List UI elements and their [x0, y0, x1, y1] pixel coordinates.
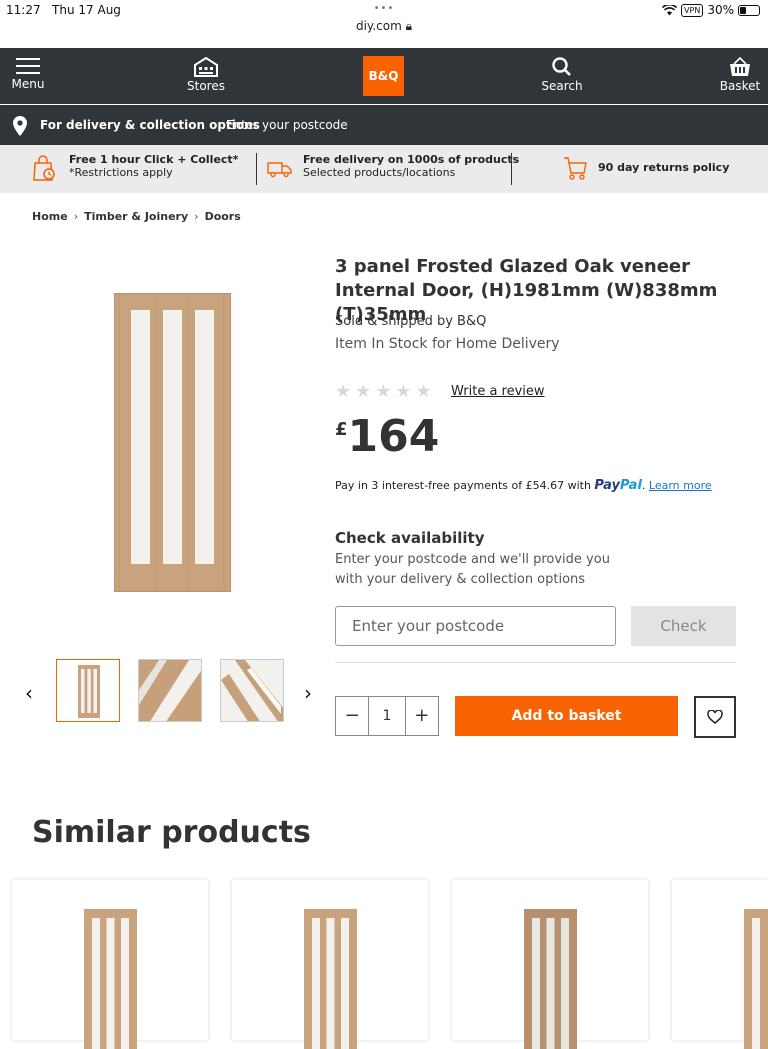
star-icon: ★ [395, 381, 412, 402]
thumbnail-2[interactable] [138, 659, 202, 722]
similar-product-image [304, 909, 357, 1049]
check-availability-desc: Enter your postcode and we'll provide yo… [335, 552, 610, 587]
thumbnail-1[interactable] [56, 659, 120, 722]
basket-icon [730, 57, 750, 76]
benefit-free-delivery[interactable]: Free delivery on 1000s of products Select… [303, 153, 519, 179]
similar-product-card[interactable] [232, 880, 428, 1049]
search-icon [552, 57, 571, 76]
returns-trolley-icon [564, 157, 587, 180]
thumbnail-3[interactable] [220, 659, 284, 722]
learn-more-link[interactable]: Learn more [649, 479, 712, 492]
postcode-prompt[interactable]: Enter your postcode [226, 118, 348, 132]
chevron-left-icon[interactable]: ‹ [25, 681, 33, 705]
wishlist-button[interactable] [694, 696, 736, 738]
price-value: 164 [347, 411, 440, 462]
breadcrumb: Home › Timber & Joinery › Doors [32, 210, 241, 223]
battery-percent: 30% [707, 3, 734, 17]
menu-button[interactable]: Menu [10, 48, 46, 104]
price-currency: £ [335, 419, 348, 440]
check-button[interactable]: Check [631, 606, 736, 646]
wifi-icon [662, 4, 678, 15]
menu-label: Menu [11, 77, 45, 91]
location-pin-icon [13, 116, 27, 136]
breadcrumb-timber-joinery[interactable]: Timber & Joinery [84, 210, 188, 223]
stock-status: Item In Stock for Home Delivery [335, 336, 560, 352]
similar-product-card[interactable] [672, 880, 768, 1049]
status-indicators: VPN 30% [662, 3, 760, 17]
stores-button[interactable]: Stores [184, 48, 228, 104]
paypal-logo: PayPal [594, 478, 642, 493]
click-collect-bag-icon [33, 155, 55, 181]
star-icon: ★ [415, 381, 432, 402]
breadcrumb-home[interactable]: Home [32, 210, 68, 223]
increase-qty-button[interactable]: + [406, 697, 438, 735]
address-bar[interactable]: diy.com 🔒︎ [0, 19, 768, 34]
hamburger-icon [16, 58, 40, 74]
quantity-stepper: − 1 + [335, 696, 439, 736]
thumbnail-carousel: ‹ › [0, 655, 330, 727]
benefit-returns[interactable]: 90 day returns policy [598, 161, 729, 174]
add-to-basket-button[interactable]: Add to basket [455, 696, 678, 736]
heart-icon [707, 710, 723, 724]
paypal-text: Pay in 3 interest-free payments of £54.6… [335, 479, 591, 492]
benefit-click-collect[interactable]: Free 1 hour Click + Collect* *Restriction… [69, 153, 238, 179]
star-icon: ★ [355, 381, 372, 402]
search-label: Search [541, 79, 583, 93]
similar-products-title: Similar products [32, 815, 311, 850]
delivery-postcode-bar[interactable]: For delivery & collection options Enter … [0, 105, 768, 145]
product-main-image[interactable] [114, 293, 231, 592]
postcode-input[interactable] [335, 606, 616, 646]
chevron-right-icon: › [194, 210, 199, 223]
chevron-right-icon: › [73, 210, 79, 223]
similar-product-image [744, 909, 768, 1049]
divider [256, 153, 257, 185]
paypal-installments: Pay in 3 interest-free payments of £54.6… [335, 478, 712, 493]
basket-label: Basket [719, 79, 761, 93]
battery-icon [738, 4, 760, 16]
similar-product-card[interactable] [12, 880, 208, 1049]
delivery-truck-icon [267, 162, 292, 178]
chevron-right-icon[interactable]: › [304, 681, 312, 705]
star-icon: ★ [335, 381, 352, 402]
similar-product-card[interactable] [452, 880, 648, 1049]
similar-product-image [84, 909, 137, 1049]
sold-by: Sold & shipped by B&Q [335, 314, 487, 329]
star-rating: ★ ★ ★ ★ ★ [335, 381, 432, 402]
divider [511, 153, 512, 185]
benefits-strip: Free 1 hour Click + Collect* *Restriction… [0, 145, 768, 193]
decrease-qty-button[interactable]: − [336, 697, 368, 735]
vpn-badge: VPN [681, 3, 704, 17]
stores-label: Stores [187, 79, 225, 93]
check-availability-title: Check availability [335, 529, 485, 547]
tab-dots-icon[interactable]: ••• [0, 3, 768, 14]
search-button[interactable]: Search [538, 48, 586, 104]
breadcrumb-doors[interactable]: Doors [205, 210, 241, 223]
brand-logo[interactable]: B&Q [363, 56, 404, 96]
similar-product-image [524, 909, 577, 1049]
star-icon: ★ [375, 381, 392, 402]
store-icon [194, 57, 218, 77]
product-price: £164 [335, 413, 439, 461]
status-bar: 11:27 Thu 17 Aug ••• diy.com 🔒︎ VPN 30% [0, 0, 768, 40]
divider [335, 662, 736, 663]
quantity-value[interactable]: 1 [368, 697, 406, 735]
basket-button[interactable]: Basket [718, 48, 762, 104]
write-review-link[interactable]: Write a review [451, 384, 545, 399]
lock-icon: 🔒︎ [405, 19, 412, 33]
